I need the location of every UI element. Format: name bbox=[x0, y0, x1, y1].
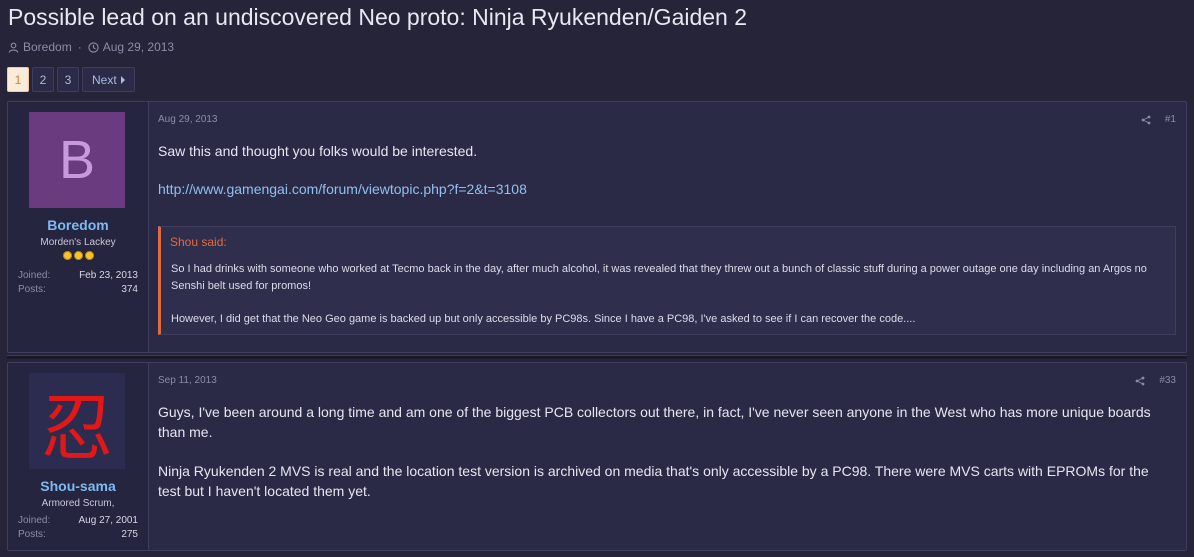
post-date[interactable]: Aug 29, 2013 bbox=[158, 114, 218, 125]
user-title: Armored Scrum, bbox=[41, 498, 115, 509]
next-page-button[interactable]: Next bbox=[82, 67, 135, 92]
posts-value: 275 bbox=[121, 529, 138, 540]
post-2-message: Sep 11, 2013 #33 Guys, I've been around … bbox=[149, 363, 1186, 550]
joined-row: Joined: Feb 23, 2013 bbox=[18, 270, 138, 281]
pagination: 1 2 3 Next bbox=[7, 67, 135, 92]
post-date[interactable]: Sep 11, 2013 bbox=[158, 375, 217, 386]
post-1-user-panel: B Boredom Morden's Lackey Joined: Feb 23… bbox=[8, 102, 149, 352]
thread-meta: Boredom · Aug 29, 2013 bbox=[8, 40, 174, 54]
post-number[interactable]: #1 bbox=[1165, 114, 1176, 125]
quote-paragraph: However, I did get that the Neo Geo game… bbox=[171, 313, 916, 325]
star-icon bbox=[84, 251, 94, 260]
star-icon bbox=[73, 251, 83, 260]
quote-paragraph: So I had drinks with someone who worked … bbox=[171, 263, 1147, 292]
next-label: Next bbox=[92, 72, 117, 87]
joined-label: Joined: bbox=[18, 270, 51, 281]
joined-row: Joined: Aug 27, 2001 bbox=[18, 515, 138, 526]
post-divider bbox=[7, 355, 1187, 359]
post-1-message: Aug 29, 2013 #1 Saw this and thought you… bbox=[149, 102, 1186, 352]
post-1: B Boredom Morden's Lackey Joined: Feb 23… bbox=[7, 101, 1187, 353]
posts-label: Posts: bbox=[18, 529, 46, 540]
page-3-button[interactable]: 3 bbox=[57, 67, 79, 92]
post-number[interactable]: #33 bbox=[1159, 375, 1176, 386]
thread-author[interactable]: Boredom bbox=[23, 40, 72, 54]
quote-block: Shou said: So I had drinks with someone … bbox=[158, 226, 1176, 335]
post-actions: #1 bbox=[1141, 114, 1176, 125]
thread-date[interactable]: Aug 29, 2013 bbox=[103, 40, 174, 54]
post-actions: #33 bbox=[1135, 375, 1176, 386]
username[interactable]: Boredom bbox=[8, 217, 148, 233]
share-icon[interactable] bbox=[1135, 376, 1145, 386]
page-2-button[interactable]: 2 bbox=[32, 67, 54, 92]
user-icon bbox=[8, 42, 19, 53]
clock-icon bbox=[88, 41, 99, 53]
post-2: 忍 Shou-sama Armored Scrum, Joined: Aug 2… bbox=[7, 362, 1187, 551]
post-link[interactable]: http://www.gamengai.com/forum/viewtopic.… bbox=[158, 181, 527, 197]
post-2-user-panel: 忍 Shou-sama Armored Scrum, Joined: Aug 2… bbox=[8, 363, 149, 550]
quote-body: So I had drinks with someone who worked … bbox=[171, 261, 1165, 344]
quote-attribution[interactable]: Shou said: bbox=[170, 235, 227, 249]
posts-row: Posts: 275 bbox=[18, 529, 138, 540]
avatar-letter: B bbox=[58, 130, 96, 190]
rank-stars bbox=[8, 251, 148, 260]
user-title: Morden's Lackey bbox=[40, 237, 116, 248]
post-link-line: http://www.gamengai.com/forum/viewtopic.… bbox=[158, 179, 1174, 199]
avatar[interactable]: 忍 bbox=[29, 373, 125, 470]
post-paragraph: Ninja Ryukenden 2 MVS is real and the lo… bbox=[158, 463, 1149, 499]
thread-title: Possible lead on an undiscovered Neo pro… bbox=[8, 4, 748, 30]
posts-value: 374 bbox=[121, 284, 138, 295]
page-1-button[interactable]: 1 bbox=[7, 67, 29, 92]
post-paragraph: Guys, I've been around a long time and a… bbox=[158, 404, 1151, 440]
username[interactable]: Shou-sama bbox=[8, 478, 148, 494]
chevron-right-icon bbox=[120, 75, 125, 84]
share-icon[interactable] bbox=[1141, 115, 1151, 125]
joined-label: Joined: bbox=[18, 515, 51, 526]
avatar-glyph: 忍 bbox=[40, 385, 113, 470]
joined-value: Aug 27, 2001 bbox=[78, 515, 139, 526]
joined-value: Feb 23, 2013 bbox=[79, 270, 138, 281]
avatar[interactable]: B bbox=[29, 112, 125, 208]
posts-row: Posts: 374 bbox=[18, 284, 138, 295]
post-text: Saw this and thought you folks would be … bbox=[158, 143, 478, 159]
meta-separator: · bbox=[77, 40, 82, 54]
star-icon bbox=[62, 251, 72, 260]
posts-label: Posts: bbox=[18, 284, 46, 295]
